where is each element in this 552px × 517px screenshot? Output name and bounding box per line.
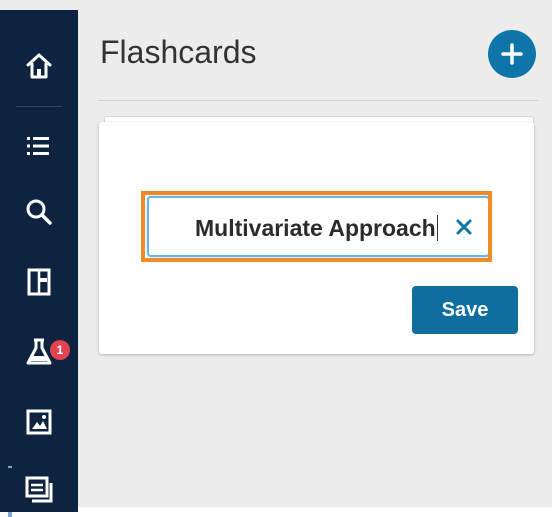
save-button[interactable]: Save	[412, 286, 518, 334]
search-icon	[26, 199, 52, 225]
image-icon	[26, 409, 52, 435]
home-icon	[26, 53, 52, 79]
sidebar-item-images[interactable]	[0, 400, 78, 444]
sidebar-item-search[interactable]	[0, 190, 78, 234]
app-frame: 1 Flashcards Multivariate Approach Save	[0, 0, 552, 517]
sidebar-item-home[interactable]	[0, 44, 78, 88]
plus-icon	[501, 43, 523, 65]
header-divider	[98, 100, 538, 101]
notebook-icon	[27, 268, 51, 296]
notification-badge: 1	[50, 340, 70, 360]
page-title: Flashcards	[100, 34, 257, 70]
sidebar-item-notebook[interactable]	[0, 260, 78, 304]
focus-highlight	[141, 191, 492, 262]
sidebar-item-list[interactable]	[0, 124, 78, 168]
sidebar: 1	[0, 10, 78, 517]
list-icon	[27, 137, 49, 155]
sidebar-divider	[16, 106, 62, 107]
add-flashcard-button[interactable]	[488, 30, 536, 78]
flashcards-icon	[25, 476, 53, 503]
main-content: Flashcards Multivariate Approach Save	[78, 10, 552, 507]
sidebar-item-flashcards[interactable]	[0, 468, 78, 512]
